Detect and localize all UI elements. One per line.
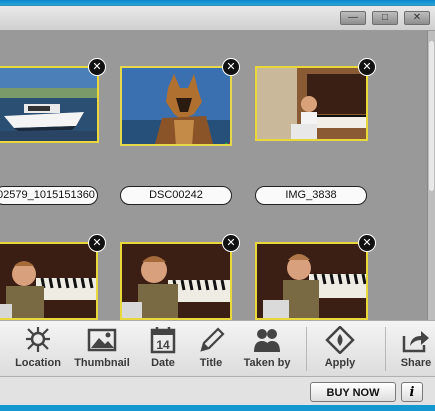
close-window-button[interactable]: ✕ — [404, 11, 430, 25]
toolbar-divider — [306, 327, 307, 371]
title-button[interactable]: Title — [190, 321, 232, 377]
bottom-toolbar: Location Thumbnail 14 Date Title Taken b… — [0, 320, 435, 377]
thumbnail-icon — [87, 328, 117, 352]
photo-thumbnail-boat[interactable] — [0, 66, 99, 143]
calendar-icon: 14 — [150, 327, 176, 354]
thumbnail-label: Thumbnail — [74, 357, 130, 369]
delete-photo-button[interactable]: ✕ — [88, 234, 106, 252]
pencil-icon — [200, 327, 225, 352]
apply-label: Apply — [324, 357, 356, 369]
apply-icon — [325, 326, 355, 354]
delete-photo-button[interactable]: ✕ — [358, 234, 376, 252]
minimize-icon: — — [348, 12, 358, 23]
photo-thumbnail-piano[interactable] — [0, 242, 98, 320]
people-icon — [254, 329, 280, 352]
delete-photo-button[interactable]: ✕ — [222, 234, 240, 252]
dog-photo-image — [122, 68, 230, 144]
share-icon — [402, 331, 429, 353]
date-button[interactable]: 14 Date — [140, 321, 186, 377]
info-icon: i — [409, 385, 415, 400]
minimize-button[interactable]: — — [340, 11, 366, 25]
close-icon: ✕ — [362, 60, 372, 73]
thumbnail-button[interactable]: Thumbnail — [70, 321, 134, 377]
close-icon: ✕ — [92, 60, 102, 73]
taskbar — [0, 405, 435, 411]
maximize-button[interactable]: □ — [372, 11, 398, 25]
date-label: Date — [151, 357, 175, 369]
location-label: Location — [15, 357, 61, 369]
apply-button[interactable]: Apply — [314, 321, 366, 377]
location-button[interactable]: Location — [10, 321, 66, 377]
title-label: Title — [199, 357, 223, 369]
photo-thumbnail-piano[interactable] — [120, 242, 232, 320]
delete-photo-button[interactable]: ✕ — [358, 58, 376, 76]
piano-photo-image — [0, 244, 96, 318]
photo-name-label[interactable]: DSC00242 — [120, 186, 232, 205]
close-icon: ✕ — [412, 12, 422, 23]
maximize-icon: □ — [381, 12, 389, 23]
close-icon: ✕ — [362, 236, 372, 249]
app-window: — □ ✕ ✕ ✕ ✕ 02579_1015151360 DSC00242 IM… — [0, 6, 435, 406]
photo-name-label[interactable]: IMG_3838 — [255, 186, 367, 205]
share-label: Share — [400, 357, 432, 369]
vertical-scrollbar[interactable] — [427, 31, 435, 320]
toolbar-divider — [385, 327, 386, 371]
delete-photo-button[interactable]: ✕ — [222, 58, 240, 76]
window-titlebar: — □ ✕ — [0, 6, 435, 31]
location-icon — [26, 327, 50, 352]
scrollbar-thumb[interactable] — [429, 41, 434, 191]
piano-photo-image — [122, 244, 230, 318]
delete-photo-button[interactable]: ✕ — [88, 58, 106, 76]
share-button[interactable]: Share — [396, 321, 435, 377]
close-icon: ✕ — [226, 60, 236, 73]
taken-by-button[interactable]: Taken by — [238, 321, 296, 377]
info-button[interactable]: i — [401, 382, 423, 402]
close-icon: ✕ — [92, 236, 102, 249]
boat-photo-image — [0, 68, 97, 141]
photo-thumbnail-dog[interactable] — [120, 66, 232, 146]
piano-photo-image — [257, 68, 366, 139]
photo-thumbnail-piano[interactable] — [255, 242, 368, 320]
close-icon: ✕ — [226, 236, 236, 249]
taken-by-label: Taken by — [243, 357, 291, 369]
calendar-day-number: 14 — [156, 338, 170, 352]
photo-name-label[interactable]: 02579_1015151360 — [0, 186, 98, 205]
buy-now-button[interactable]: BUY NOW — [310, 382, 396, 402]
piano-photo-image — [257, 244, 366, 318]
photo-thumbnail-piano[interactable] — [255, 66, 368, 141]
status-bar: BUY NOW i — [0, 376, 435, 406]
photo-grid: ✕ ✕ ✕ 02579_1015151360 DSC00242 IMG_3838… — [0, 31, 427, 320]
